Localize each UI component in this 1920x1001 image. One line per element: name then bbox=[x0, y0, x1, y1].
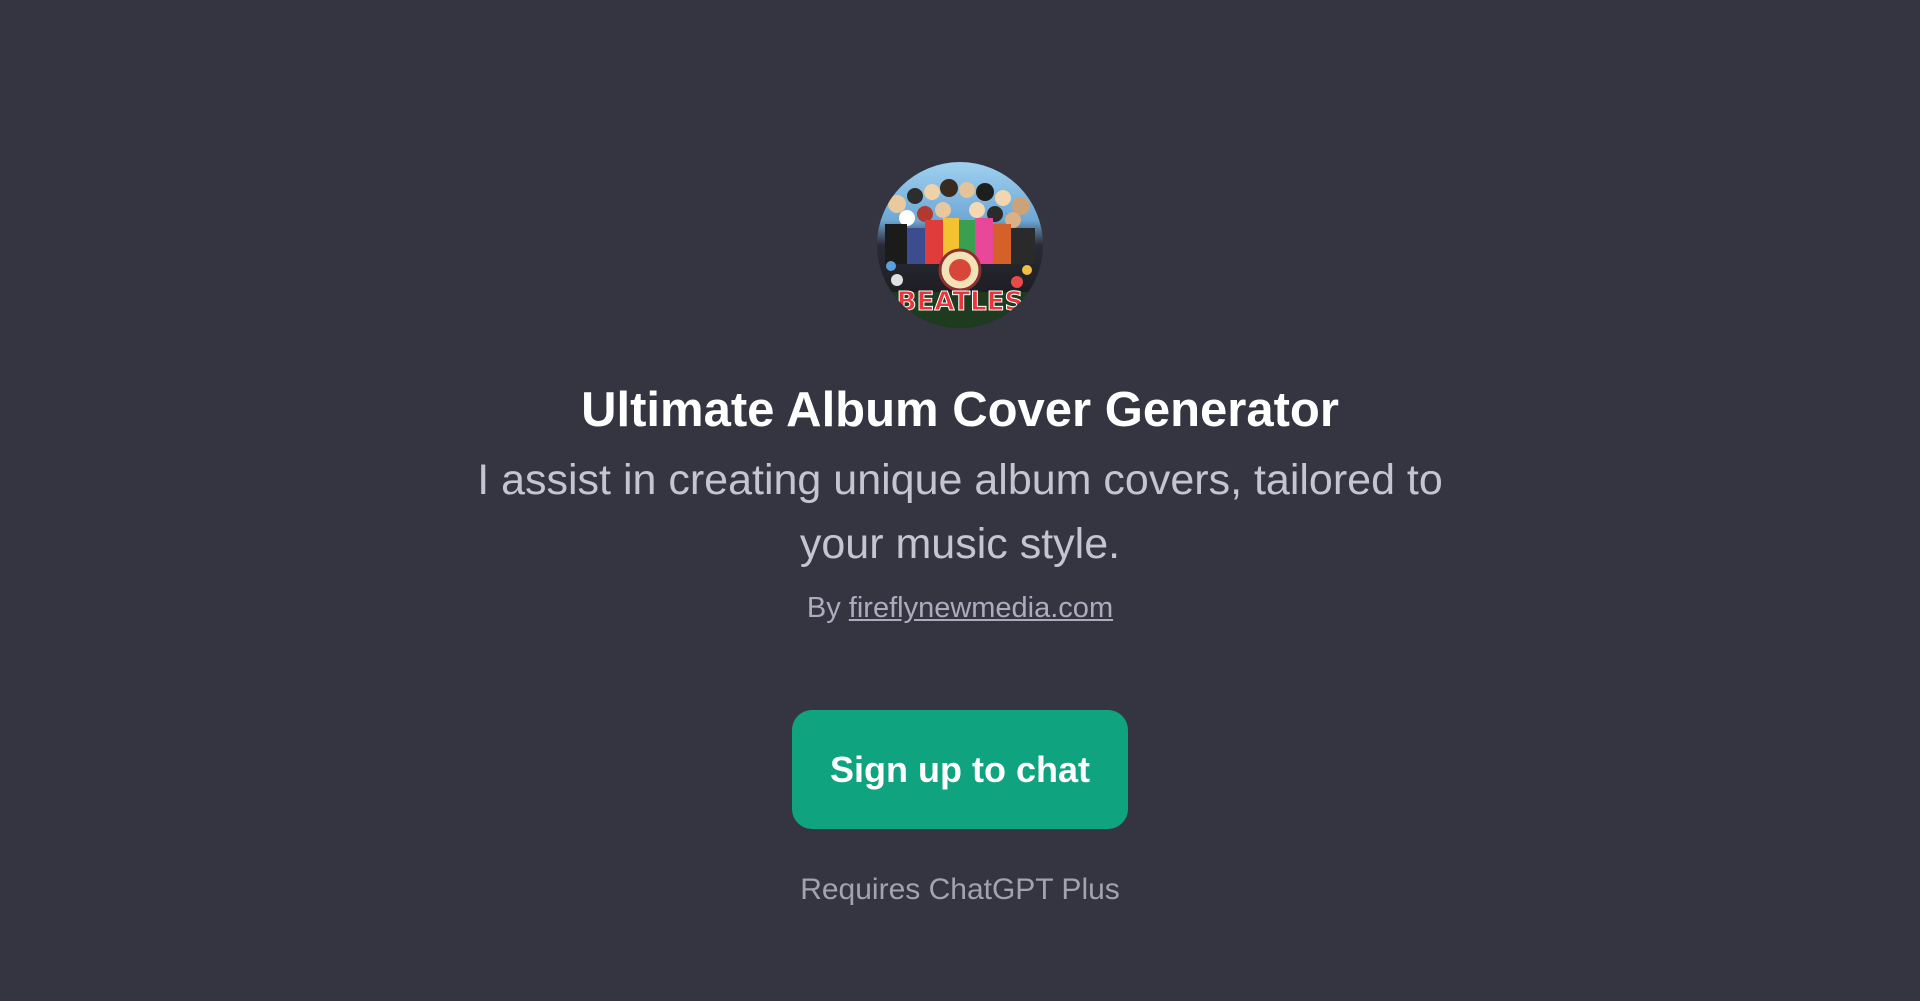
requirement-note: Requires ChatGPT Plus bbox=[800, 873, 1120, 906]
author-link[interactable]: fireflynewmedia.com bbox=[849, 592, 1113, 624]
gpt-title: Ultimate Album Cover Generator bbox=[581, 383, 1339, 437]
byline-prefix: By bbox=[806, 592, 841, 624]
album-cover-icon: BEATLES bbox=[877, 162, 1043, 328]
avatar-text: BEATLES bbox=[897, 287, 1023, 317]
byline: By fireflynewmedia.com bbox=[0, 588, 1920, 628]
gpt-description: I assist in creating unique album covers… bbox=[477, 456, 1443, 568]
gpt-avatar: BEATLES bbox=[877, 162, 1043, 328]
gpt-landing-page: BEATLES Ultimate Album Cover Generator I… bbox=[0, 0, 1920, 1001]
sign-up-button[interactable]: Sign up to chat bbox=[792, 710, 1128, 829]
